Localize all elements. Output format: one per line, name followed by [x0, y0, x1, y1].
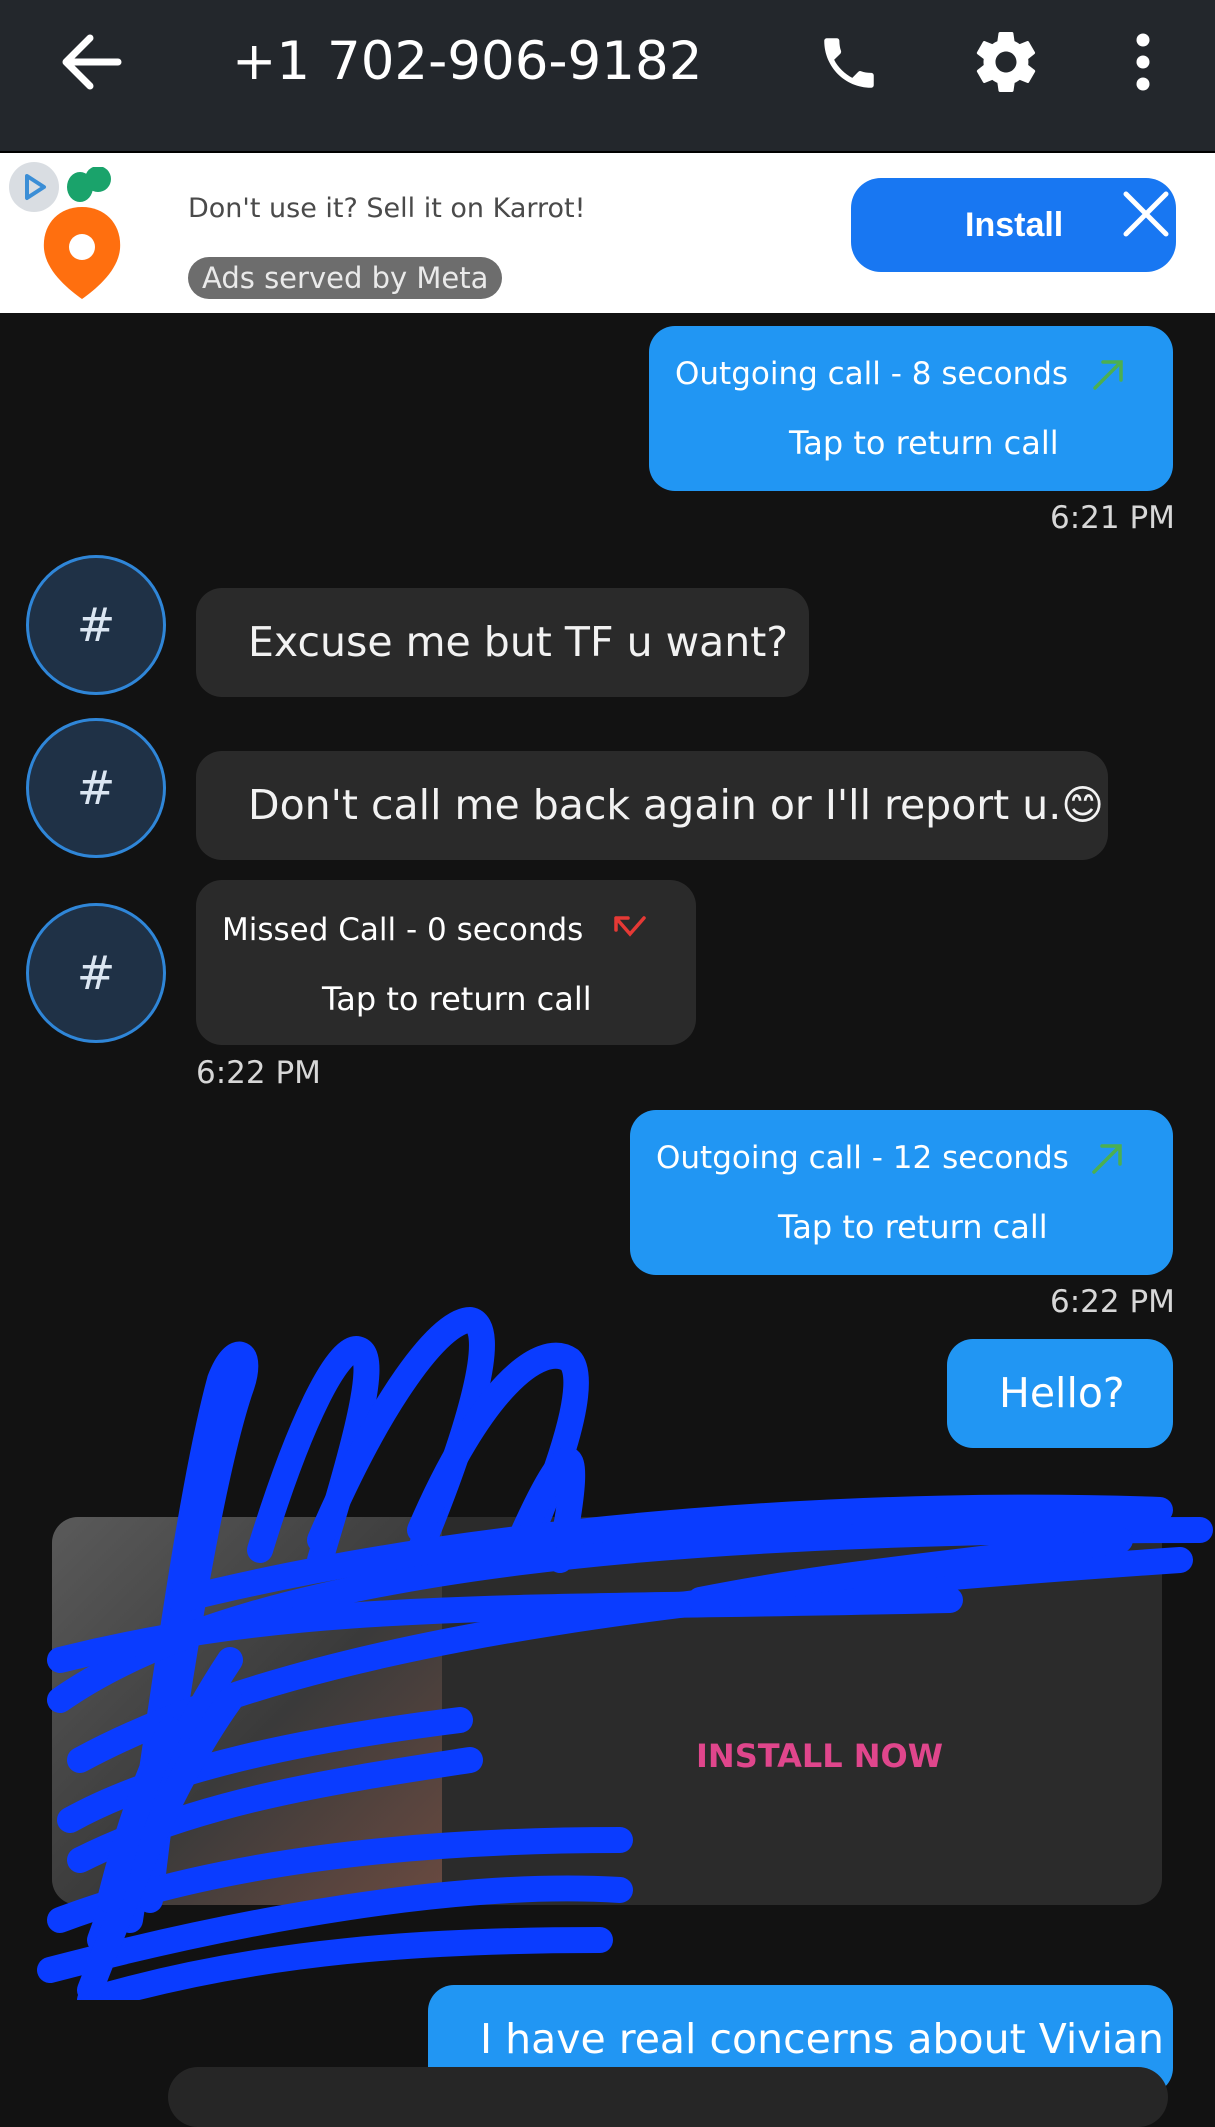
app-bar: +1 702-906-9182: [0, 0, 1215, 151]
message-text: I have real concerns about Vivian: [480, 2015, 1165, 2063]
close-icon[interactable]: [1122, 190, 1170, 241]
message-composer[interactable]: [168, 2067, 1168, 2127]
missed-call-bubble[interactable]: Missed Call - 0 seconds Tap to return ca…: [196, 880, 696, 1045]
message-timestamp: 6:21 PM: [1050, 500, 1175, 536]
message-text: Don't call me back again or I'll report …: [248, 781, 1105, 829]
ads-by-meta-badge: Ads served by Meta: [188, 257, 503, 299]
outgoing-call-bubble[interactable]: Outgoing call - 8 seconds Tap to return …: [649, 326, 1173, 491]
avatar-initial: #: [76, 761, 116, 815]
outgoing-call-bubble[interactable]: Outgoing call - 12 seconds Tap to return…: [630, 1110, 1173, 1275]
ad-banner[interactable]: Don't use it? Sell it on Karrot! Ads ser…: [0, 153, 1215, 313]
gear-icon[interactable]: [970, 26, 1042, 102]
call-summary: Outgoing call - 8 seconds: [675, 356, 1069, 392]
return-call-link[interactable]: Tap to return call: [322, 980, 592, 1018]
incoming-message-bubble[interactable]: Don't call me back again or I'll report …: [196, 751, 1108, 860]
call-summary: Missed Call - 0 seconds: [222, 912, 584, 948]
message-timestamp: 6:22 PM: [196, 1055, 321, 1091]
page-title: +1 702-906-9182: [232, 31, 703, 92]
missed-call-arrow-icon: [612, 912, 648, 946]
avatar-initial: #: [76, 946, 116, 1000]
contact-avatar[interactable]: #: [26, 903, 166, 1043]
contact-avatar[interactable]: #: [26, 555, 166, 695]
return-call-link[interactable]: Tap to return call: [778, 1208, 1048, 1246]
ad-install-label: Install: [965, 206, 1064, 244]
contact-avatar[interactable]: #: [26, 718, 166, 858]
redaction-scribble: [37, 1307, 1213, 2000]
outgoing-arrow-icon: [1090, 1140, 1126, 1180]
message-text: Excuse me but TF u want?: [248, 618, 789, 666]
back-arrow-icon[interactable]: [58, 32, 124, 96]
more-vertical-icon[interactable]: [1128, 32, 1158, 96]
outgoing-arrow-icon: [1091, 356, 1127, 396]
incoming-message-bubble[interactable]: Excuse me but TF u want?: [196, 588, 809, 697]
return-call-link[interactable]: Tap to return call: [789, 424, 1059, 462]
ad-tagline: Don't use it? Sell it on Karrot!: [188, 193, 586, 224]
ad-install-button[interactable]: Install: [851, 178, 1176, 272]
phone-icon[interactable]: [814, 30, 884, 100]
karrot-logo-icon: [40, 166, 130, 306]
call-summary: Outgoing call - 12 seconds: [656, 1140, 1069, 1176]
avatar-initial: #: [76, 598, 116, 652]
